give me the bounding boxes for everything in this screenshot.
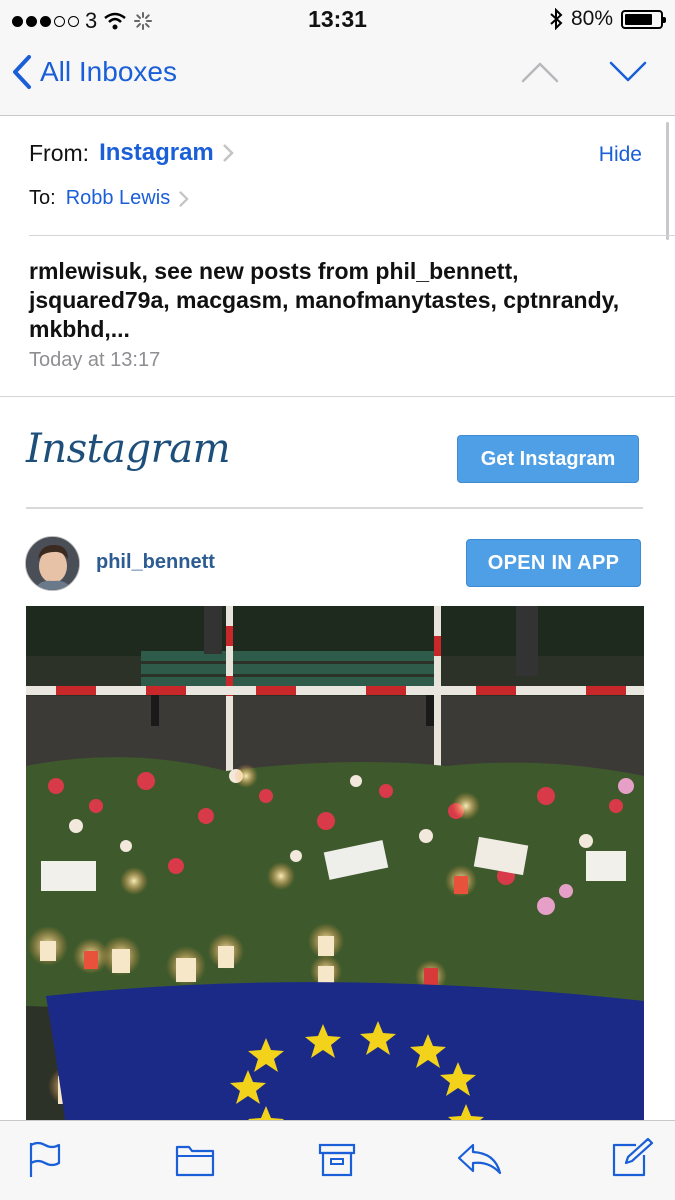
hide-button[interactable]: Hide [599,143,642,167]
instagram-logo[interactable]: Instagram [26,426,231,472]
get-instagram-button[interactable]: Get Instagram [457,435,639,483]
divider [26,507,643,509]
message-date: Today at 13:17 [29,349,161,371]
avatar[interactable] [25,536,80,591]
divider [0,396,675,397]
message-navigation [521,60,647,84]
back-label: All Inboxes [40,56,177,87]
post-username[interactable]: phil_bennett [96,551,215,574]
flag-icon[interactable] [28,1141,62,1179]
to-row: To: Robb Lewis [29,187,189,210]
to-label: To: [29,187,56,209]
chevron-right-icon [179,190,189,207]
from-label: From: [29,139,90,166]
next-message-chevron-down-icon[interactable] [609,60,647,84]
divider [29,235,675,236]
chevron-left-icon [13,55,31,89]
folder-icon[interactable] [175,1141,215,1177]
bottom-toolbar [0,1120,675,1200]
battery-percent: 80% [570,7,613,30]
open-in-app-button[interactable]: OPEN IN APP [466,539,641,587]
compose-icon[interactable] [610,1137,654,1179]
scrollbar[interactable] [666,122,669,240]
status-bar: 3 13:31 80% [0,0,675,38]
from-row: From: Instagram [29,139,234,167]
message-subject: rmlewisuk, see new posts from phil_benne… [29,258,620,342]
status-right: 80% [549,7,666,31]
chevron-right-icon [222,144,234,162]
bluetooth-icon [550,8,563,30]
battery-icon [621,9,666,29]
previous-message-chevron-up-icon[interactable] [521,60,559,84]
recipient-name[interactable]: Robb Lewis [66,187,171,210]
reply-icon[interactable] [455,1141,503,1177]
back-button[interactable]: All Inboxes [12,54,177,90]
navigation-bar: All Inboxes [0,38,675,116]
archive-icon[interactable] [318,1141,356,1179]
post-photo[interactable] [26,606,644,1126]
sender-name[interactable]: Instagram [99,139,214,167]
